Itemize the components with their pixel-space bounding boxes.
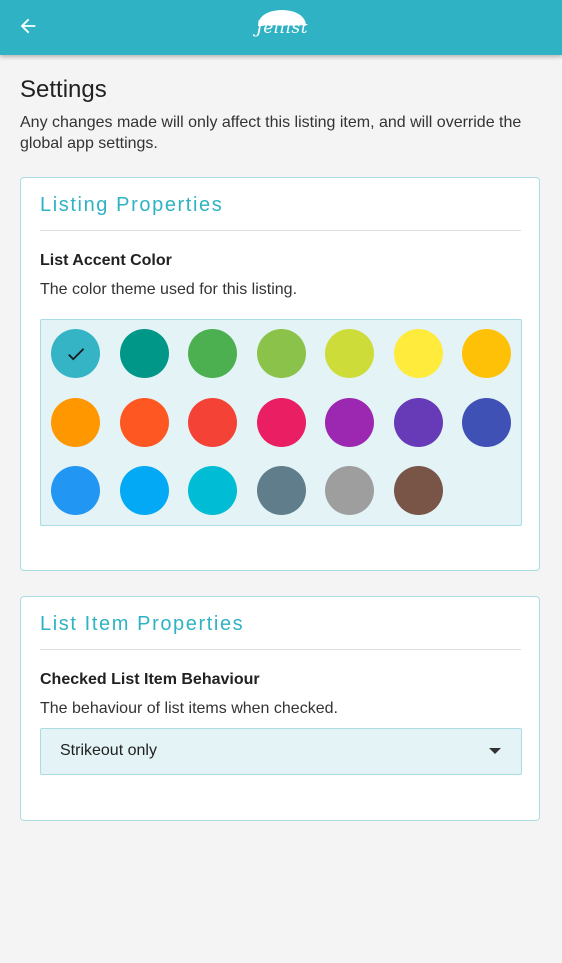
- checked-behaviour-select[interactable]: Strikeout only: [40, 728, 522, 775]
- list-item-properties-card: List Item Properties Checked List Item B…: [20, 596, 540, 821]
- checkmark-icon: [67, 347, 84, 360]
- color-swatch[interactable]: [51, 329, 100, 378]
- color-swatch[interactable]: [256, 466, 306, 515]
- color-swatch[interactable]: [393, 466, 443, 515]
- color-swatch[interactable]: [462, 329, 511, 378]
- color-swatch[interactable]: [393, 329, 443, 378]
- color-swatch[interactable]: [51, 397, 100, 447]
- color-swatch[interactable]: [188, 397, 237, 447]
- color-swatch[interactable]: [256, 397, 306, 447]
- page-title: Settings: [20, 76, 107, 103]
- color-swatch[interactable]: [119, 329, 169, 378]
- accent-color-description: The color theme used for this listing.: [40, 281, 298, 298]
- listing-properties-title: Listing Properties: [40, 194, 224, 216]
- color-swatch[interactable]: [462, 397, 511, 447]
- color-picker: [40, 319, 522, 526]
- checked-behaviour-description: The behaviour of list items when checked…: [40, 700, 338, 717]
- color-swatch[interactable]: [51, 466, 100, 515]
- divider: [40, 649, 521, 650]
- back-button[interactable]: [8, 6, 48, 46]
- divider: [40, 230, 521, 231]
- color-swatch[interactable]: [119, 397, 169, 447]
- checked-behaviour-label: Checked List Item Behaviour: [40, 671, 260, 688]
- arrow-left-icon: [20, 18, 36, 34]
- list-item-properties-title: List Item Properties: [40, 613, 245, 635]
- logo-text: Jellist: [255, 18, 309, 38]
- color-swatch[interactable]: [188, 329, 237, 378]
- app-logo: Jellist: [252, 8, 312, 44]
- color-swatch[interactable]: [325, 329, 374, 378]
- app-bar: Jellist: [0, 0, 562, 55]
- color-swatch[interactable]: [325, 397, 374, 447]
- page-description: Any changes made will only affect this l…: [20, 114, 522, 152]
- color-swatch[interactable]: [393, 397, 443, 447]
- accent-color-label: List Accent Color: [40, 252, 172, 269]
- color-swatch[interactable]: [256, 329, 306, 378]
- caret-down-icon: [489, 748, 501, 754]
- color-swatch[interactable]: [325, 466, 374, 515]
- color-swatch[interactable]: [119, 466, 169, 515]
- color-swatch[interactable]: [188, 466, 237, 515]
- listing-properties-card: Listing Properties List Accent Color The…: [20, 177, 540, 571]
- select-value: Strikeout only: [60, 742, 157, 759]
